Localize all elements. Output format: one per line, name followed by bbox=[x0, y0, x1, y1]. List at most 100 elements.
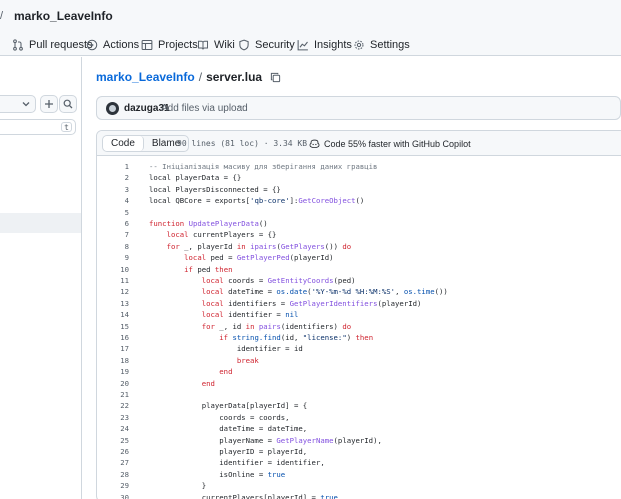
code-token: identifiers = bbox=[223, 298, 290, 308]
code-line: 5 bbox=[97, 207, 621, 218]
line-number[interactable]: 11 bbox=[97, 275, 129, 286]
tab-security[interactable]: Security bbox=[238, 37, 295, 53]
line-number[interactable]: 23 bbox=[97, 412, 129, 423]
add-file-button[interactable] bbox=[40, 95, 58, 113]
code-token: if bbox=[149, 333, 229, 342]
line-number[interactable]: 30 bbox=[97, 492, 129, 499]
line-number[interactable]: 6 bbox=[97, 218, 129, 229]
code-view-button[interactable]: Code bbox=[103, 136, 144, 151]
line-source: local identifiers = GetPlayerIdentifiers… bbox=[149, 298, 422, 309]
line-number[interactable]: 15 bbox=[97, 321, 129, 332]
line-number[interactable]: 14 bbox=[97, 309, 129, 320]
latest-commit-bar: dazuga31 Add files via upload ··· bbox=[96, 96, 621, 120]
line-number[interactable]: 21 bbox=[97, 389, 129, 400]
tab-actions[interactable]: Actions bbox=[86, 37, 139, 53]
line-number[interactable]: 16 bbox=[97, 332, 129, 343]
code-token: "license:" bbox=[302, 333, 347, 342]
code-token: UpdatePlayerData bbox=[188, 219, 259, 228]
line-number[interactable]: 26 bbox=[97, 446, 129, 457]
line-number[interactable]: 12 bbox=[97, 286, 129, 297]
line-number[interactable]: 1 bbox=[97, 161, 129, 172]
code-token: dateTime = bbox=[223, 287, 277, 297]
code-line: 30 currentPlayers[playerId] = true bbox=[97, 492, 621, 499]
tab-wiki[interactable]: Wiki bbox=[197, 37, 235, 53]
commit-message[interactable]: Add files via upload bbox=[161, 103, 248, 114]
code-token: identifier = identifier, bbox=[149, 458, 325, 468]
code-token: do bbox=[342, 241, 352, 251]
code-token: } bbox=[149, 481, 207, 491]
line-number[interactable]: 13 bbox=[97, 298, 129, 309]
code-line: 16 if string.find(id, "license:") then bbox=[97, 332, 621, 343]
line-number[interactable]: 2 bbox=[97, 172, 129, 183]
line-source: isOnline = true bbox=[149, 469, 285, 480]
line-number[interactable]: 28 bbox=[97, 469, 129, 480]
commit-details-toggle[interactable]: ··· bbox=[237, 101, 245, 112]
line-number[interactable]: 19 bbox=[97, 366, 129, 377]
code-token: (id, bbox=[280, 333, 303, 342]
line-number[interactable]: 22 bbox=[97, 400, 129, 411]
code-line: 22 playerData[playerId] = { bbox=[97, 400, 621, 411]
gear-icon bbox=[354, 40, 364, 50]
line-source: local playerData = {} bbox=[149, 172, 241, 183]
code-line: 7 local currentPlayers = {} bbox=[97, 229, 621, 240]
code-token: ped bbox=[192, 264, 215, 274]
copy-path-icon[interactable] bbox=[270, 72, 281, 83]
line-number[interactable]: 5 bbox=[97, 207, 129, 218]
repo-name-link[interactable]: marko_LeaveInfo bbox=[14, 9, 113, 23]
breadcrumb-repo-link[interactable]: marko_LeaveInfo bbox=[96, 70, 195, 84]
code-token: coords = bbox=[223, 276, 268, 285]
code-token: GetPlayerName bbox=[276, 435, 334, 445]
code-line: 15 for _, id in pairs(identifiers) do bbox=[97, 321, 621, 332]
tab-label: Actions bbox=[103, 39, 140, 51]
line-number[interactable]: 25 bbox=[97, 435, 129, 446]
line-source: identifier = identifier, bbox=[149, 457, 325, 468]
line-number[interactable]: 18 bbox=[97, 355, 129, 366]
search-icon bbox=[63, 99, 73, 109]
line-number[interactable]: 7 bbox=[97, 229, 129, 240]
code-token: (playerId) bbox=[289, 253, 334, 263]
code-token: local PlayersDisconnected = {} bbox=[149, 184, 281, 194]
line-number[interactable]: 10 bbox=[97, 264, 129, 275]
graph-icon bbox=[297, 40, 308, 51]
avatar[interactable] bbox=[106, 102, 119, 115]
line-number[interactable]: 20 bbox=[97, 378, 129, 389]
line-number[interactable]: 9 bbox=[97, 252, 129, 263]
code-token: end bbox=[149, 367, 233, 377]
line-number[interactable]: 24 bbox=[97, 423, 129, 434]
selected-file-tree-item[interactable] bbox=[0, 213, 81, 233]
code-line: 27 identifier = identifier, bbox=[97, 457, 621, 468]
line-source: currentPlayers[playerId] = true bbox=[149, 492, 338, 499]
code-token: dateTime = dateTime, bbox=[149, 424, 308, 434]
code-line: 29 } bbox=[97, 480, 621, 491]
code-line: 11 local coords = GetEntityCoords(ped) bbox=[97, 275, 621, 286]
code-token: true bbox=[267, 469, 286, 479]
code-token: then bbox=[355, 333, 374, 342]
line-source: local currentPlayers = {} bbox=[149, 229, 277, 240]
line-number[interactable]: 3 bbox=[97, 184, 129, 195]
line-number[interactable]: 27 bbox=[97, 457, 129, 468]
tab-projects[interactable]: Projects bbox=[141, 37, 198, 53]
line-number[interactable]: 29 bbox=[97, 480, 129, 491]
branch-select[interactable] bbox=[0, 95, 36, 113]
line-number[interactable]: 4 bbox=[97, 195, 129, 206]
search-files-button[interactable] bbox=[59, 95, 77, 113]
code-token: true bbox=[320, 492, 338, 499]
copilot-promo-link[interactable]: Code 55% faster with GitHub Copilot bbox=[309, 138, 471, 149]
code-token: () bbox=[258, 219, 268, 228]
line-number[interactable]: 8 bbox=[97, 241, 129, 252]
play-icon bbox=[86, 39, 98, 51]
tab-label: Wiki bbox=[214, 39, 235, 51]
code-line: 18 break bbox=[97, 355, 621, 366]
line-number[interactable]: 17 bbox=[97, 343, 129, 354]
code-token: (ped) bbox=[333, 276, 356, 285]
line-source: playerData[playerId] = { bbox=[149, 400, 307, 411]
tab-label: Projects bbox=[158, 39, 198, 51]
go-to-file-input[interactable]: t bbox=[0, 119, 76, 135]
code-token: 'qb-core' bbox=[250, 196, 290, 206]
line-source: break bbox=[149, 355, 259, 366]
line-source: } bbox=[149, 480, 206, 491]
tab-pull-requests[interactable]: Pull requests bbox=[12, 37, 93, 53]
tab-insights[interactable]: Insights bbox=[297, 37, 352, 53]
code-token: local bbox=[149, 287, 224, 297]
tab-settings[interactable]: Settings bbox=[353, 37, 410, 53]
